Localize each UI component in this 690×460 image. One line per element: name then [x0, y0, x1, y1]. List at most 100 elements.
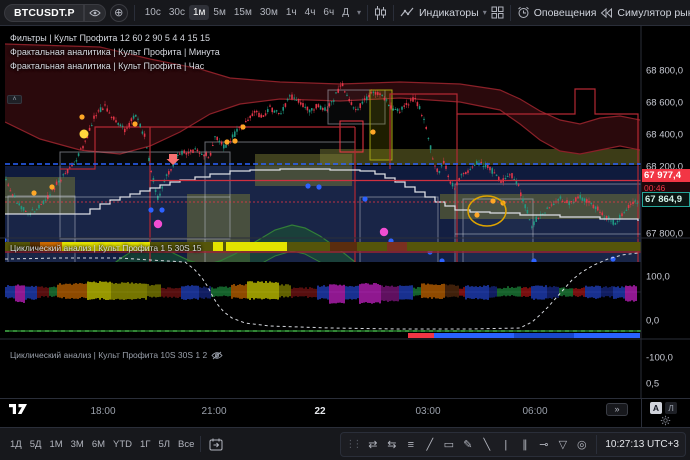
watch-eye-icon[interactable] [84, 4, 106, 22]
drawing-tool-icon-6[interactable]: ✎ [458, 438, 477, 451]
time-label-22: 22 [314, 406, 325, 417]
drawing-tool-icon-4[interactable]: ╱ [420, 438, 439, 451]
timeframe-15м[interactable]: 15м [230, 5, 256, 20]
range-3М[interactable]: 3М [67, 437, 88, 452]
time-axis[interactable]: 18:00 21:00 22 03:00 06:00 » А Л [0, 398, 690, 427]
range-5Л[interactable]: 5Л [154, 437, 174, 452]
signal-dot-orange [49, 184, 54, 189]
tradingview-logo[interactable] [8, 402, 28, 416]
separator [134, 5, 135, 21]
compare-add-button[interactable]: ⊕ [110, 4, 128, 22]
expand-panel-button[interactable]: » [606, 403, 628, 416]
separator [200, 436, 201, 452]
market-simulator-button[interactable]: Симулятор рынка [600, 7, 690, 19]
indicators-icon [400, 6, 415, 19]
range-1Г[interactable]: 1Г [136, 437, 154, 452]
timeframe-10с[interactable]: 10с [141, 5, 165, 20]
range-5Д[interactable]: 5Д [26, 437, 46, 452]
chart-area[interactable]: 68 800,068 600,068 400,068 200,068 000,0… [0, 26, 690, 398]
last-price-badge: 67 977,4 [642, 169, 690, 182]
separator [367, 5, 368, 21]
symbol-button[interactable]: BTCUSDT.P [4, 4, 106, 22]
pane3-legend-text: Циклический анализ | Культ Профита 10S 3… [10, 348, 207, 362]
secondary-price-badge: 67 864,9 [642, 192, 690, 207]
signal-dot-blue [159, 207, 164, 212]
indicator-legend-fractal-minute[interactable]: Фрактальная аналитика | Культ Профита | … [10, 45, 220, 59]
timeframe-30с[interactable]: 30с [165, 5, 189, 20]
indicators-label: Индикаторы [419, 7, 479, 19]
eye-off-icon[interactable] [211, 351, 223, 360]
drawing-tool-icon-5[interactable]: ▭ [439, 438, 458, 451]
drag-handle[interactable]: ⋮⋮ [345, 439, 359, 450]
timeframe-6ч[interactable]: 6ч [319, 5, 338, 20]
grid-templates-icon [491, 6, 504, 19]
signal-dot-blue [148, 207, 153, 212]
chart-style-button[interactable] [374, 6, 387, 20]
indicators-button[interactable]: Индикаторы [400, 6, 479, 19]
time-label-03:00: 03:00 [415, 406, 440, 417]
goto-date-icon[interactable] [209, 438, 223, 451]
indicators-favorites-icon[interactable]: ▾ [483, 8, 487, 17]
signal-dot-orange [370, 129, 375, 134]
date-range-group: 1Д5Д1М3М6МYTD1Г5ЛВсе [6, 437, 198, 452]
drawing-tool-icon-9[interactable]: ∥ [515, 438, 534, 451]
range-1М[interactable]: 1М [45, 437, 66, 452]
log-scale-button[interactable]: Л [665, 402, 677, 414]
separator [510, 5, 511, 21]
trading-app: BTCUSDT.P ⊕ 10с30с1м5м15м30м1ч4ч6чД ▾ Ин… [0, 0, 690, 460]
signal-dot-orange [474, 212, 479, 217]
pane2-legend[interactable]: Циклический анализ | Культ Профита 1 5 3… [10, 241, 202, 255]
indicator-legend-fractal-hour[interactable]: Фрактальная аналитика | Культ Профита | … [10, 59, 204, 73]
indicator-legend-filters[interactable]: Фильтры | Культ Профита 12 60 2 90 5 4 4… [10, 31, 210, 45]
signal-dot-blue [439, 258, 444, 263]
price-axis-label: 100,0 [646, 272, 670, 283]
timeframe-4ч[interactable]: 4ч [301, 5, 320, 20]
favorite-tools-bar: ⋮⋮ ⇄⇆≡╱▭✎╲|∥⊸▽◎ 10:27:13 UTC+3 [340, 432, 686, 457]
time-label-18:00: 18:00 [90, 406, 115, 417]
drawing-tool-icon-3[interactable]: ≡ [401, 439, 420, 451]
signal-dot-blue [316, 184, 321, 189]
timeframe-5м[interactable]: 5м [209, 5, 229, 20]
signal-dot-pink [380, 228, 388, 236]
clock[interactable]: 10:27:13 UTC+3 [596, 435, 681, 454]
timeframe-Д[interactable]: Д [338, 5, 353, 20]
axis-settings-gear-icon[interactable] [660, 415, 671, 426]
drawing-tool-icon-11[interactable]: ▽ [553, 438, 572, 451]
drawing-tool-icon-2[interactable]: ⇆ [382, 438, 401, 451]
drawing-tool-icon-1[interactable]: ⇄ [363, 438, 382, 451]
market-simulator-label: Симулятор рынка [617, 7, 690, 19]
symbol-label[interactable]: BTCUSDT.P [4, 4, 84, 22]
drawing-tool-icon-8[interactable]: | [496, 439, 515, 451]
range-6М[interactable]: 6М [88, 437, 109, 452]
timeframe-1м[interactable]: 1м [189, 5, 209, 20]
range-1Д[interactable]: 1Д [6, 437, 26, 452]
timeframe-dropdown-icon[interactable]: ▾ [357, 8, 361, 17]
tools-group: ⇄⇆≡╱▭✎╲|∥⊸▽◎ [363, 438, 591, 451]
alerts-button[interactable]: Оповещения [517, 6, 597, 19]
drawing-tool-icon-10[interactable]: ⊸ [534, 438, 553, 451]
range-Все[interactable]: Все [174, 437, 198, 452]
range-YTD[interactable]: YTD [109, 437, 136, 452]
legend-collapse-button[interactable]: ˄ [7, 95, 22, 104]
alerts-label: Оповещения [534, 7, 597, 19]
axis-corner: А Л [641, 399, 690, 428]
drawing-tool-icon-12[interactable]: ◎ [572, 438, 591, 451]
chart-canvas[interactable]: 68 800,068 600,068 400,068 200,068 000,0… [0, 26, 690, 398]
signal-dot-orange [79, 114, 84, 119]
indicator-templates-button[interactable] [491, 6, 504, 19]
timeframe-1ч[interactable]: 1ч [282, 5, 301, 20]
drawing-tool-icon-7[interactable]: ╲ [477, 438, 496, 451]
signal-dot-blue [362, 196, 367, 201]
time-label-06:00: 06:00 [522, 406, 547, 417]
signal-dot-pink [154, 220, 162, 228]
timeframe-group: 10с30с1м5м15м30м1ч4ч6чД [141, 5, 353, 20]
timeframe-30м[interactable]: 30м [256, 5, 282, 20]
signal-dot-orange [224, 139, 229, 144]
top-toolbar: BTCUSDT.P ⊕ 10с30с1м5м15м30м1ч4ч6чД ▾ Ин… [0, 0, 690, 26]
auto-scale-button[interactable]: А [650, 402, 662, 414]
replay-icon [600, 8, 613, 18]
time-label-21:00: 21:00 [201, 406, 226, 417]
pane3-legend[interactable]: Циклический анализ | Культ Профита 10S 3… [10, 348, 223, 362]
price-axis-label: 67 800,0 [646, 229, 683, 240]
price-axis-label: 68 600,0 [646, 98, 683, 109]
